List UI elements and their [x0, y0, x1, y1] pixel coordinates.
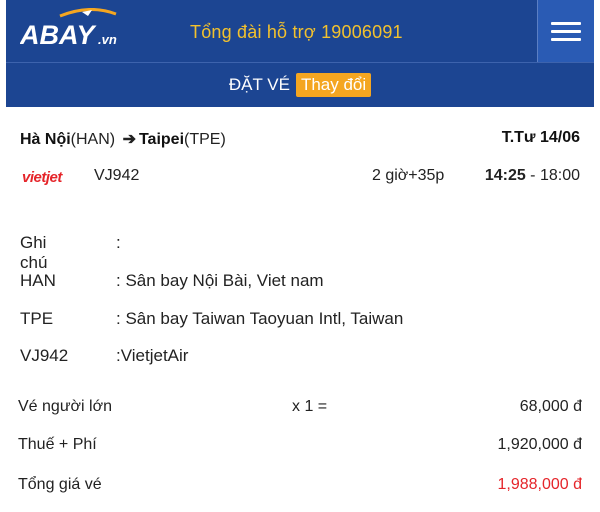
adult-label: Vé người lớn — [18, 398, 112, 415]
change-button[interactable]: Thay đổi — [295, 73, 372, 97]
note-key: Ghi chú — [20, 233, 48, 272]
from-code: (HAN) — [70, 131, 116, 148]
adult-quantity: x 1 = — [292, 398, 328, 415]
total-label: Tổng giá vé — [18, 476, 102, 493]
arrow-right-icon: ➔ — [122, 131, 136, 148]
flight-date: T.Tư 14/06 — [501, 129, 580, 146]
tpe-key: TPE — [20, 309, 54, 328]
booking-title: ĐẶT VÉ — [228, 75, 290, 94]
flight-value: :VietjetAir — [116, 346, 189, 365]
from-city: Hà Nội — [20, 131, 71, 148]
flight-key: VJ942 — [20, 346, 69, 365]
svg-text:ABAY: ABAY — [20, 20, 97, 50]
flight-summary: Hà Nội(HAN) ➔ Taipei(TPE) T.Tư 14/06 viet… — [0, 106, 600, 512]
top-header: ABAY .vn Tổng đài hỗ trợ 19006091 — [6, 0, 594, 62]
hamburger-menu-button[interactable] — [537, 0, 594, 62]
total-price: 1,988,000 đ — [497, 476, 582, 493]
route: Hà Nội(HAN) ➔ Taipei(TPE) — [20, 129, 226, 149]
time-separator: - — [525, 167, 540, 184]
vietjet-logo: vietjet — [22, 169, 62, 186]
depart-time: 14:25 — [484, 167, 526, 184]
booking-bar: ĐẶT VÉ Thay đổi — [6, 62, 594, 107]
tpe-value: : Sân bay Taiwan Taoyuan Intl, Taiwan — [116, 309, 404, 328]
flight-number: VJ942 — [94, 167, 140, 184]
abay-logo[interactable]: ABAY .vn — [19, 8, 120, 52]
han-value: : Sân bay Nội Bài, Viet nam — [116, 271, 324, 290]
to-code: (TPE) — [184, 131, 226, 148]
tax-price: 1,920,000 đ — [497, 436, 582, 453]
hamburger-icon — [551, 21, 581, 25]
note-value: : — [116, 233, 121, 252]
adult-price: 68,000 đ — [519, 398, 582, 415]
flight-times: 14:25 - 18:00 — [485, 167, 580, 185]
flight-duration: 2 giờ+35p — [372, 167, 445, 184]
tax-label: Thuế + Phí — [18, 436, 97, 453]
svg-text:.vn: .vn — [98, 32, 117, 47]
hotline-text: Tổng đài hỗ trợ 19006091 — [190, 22, 403, 42]
arrive-time: 18:00 — [539, 167, 580, 184]
to-city: Taipei — [138, 131, 185, 148]
han-key: HAN — [20, 271, 56, 290]
